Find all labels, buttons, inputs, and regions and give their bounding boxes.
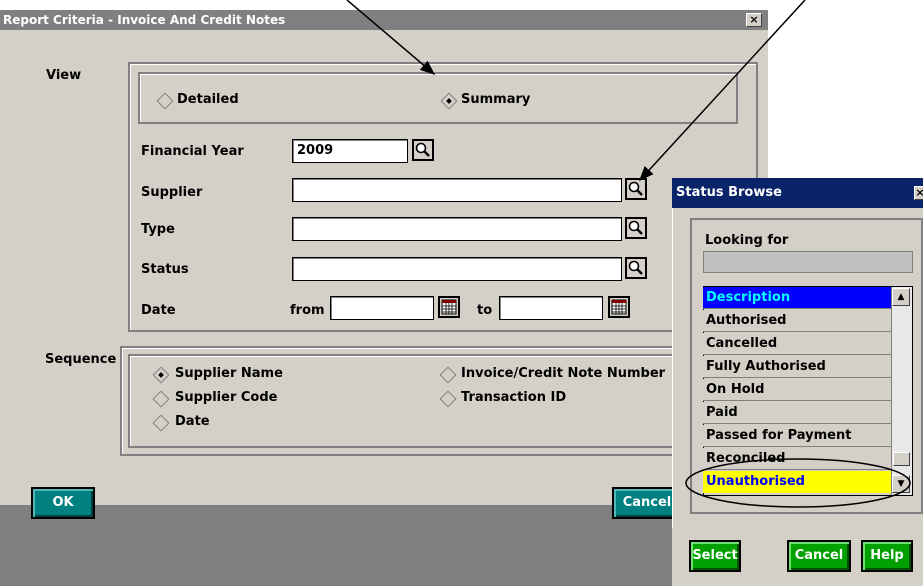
arrow-to-summary (346, 0, 436, 75)
annotation-arrows (346, 0, 806, 182)
arrow-to-lookup (638, 0, 806, 182)
